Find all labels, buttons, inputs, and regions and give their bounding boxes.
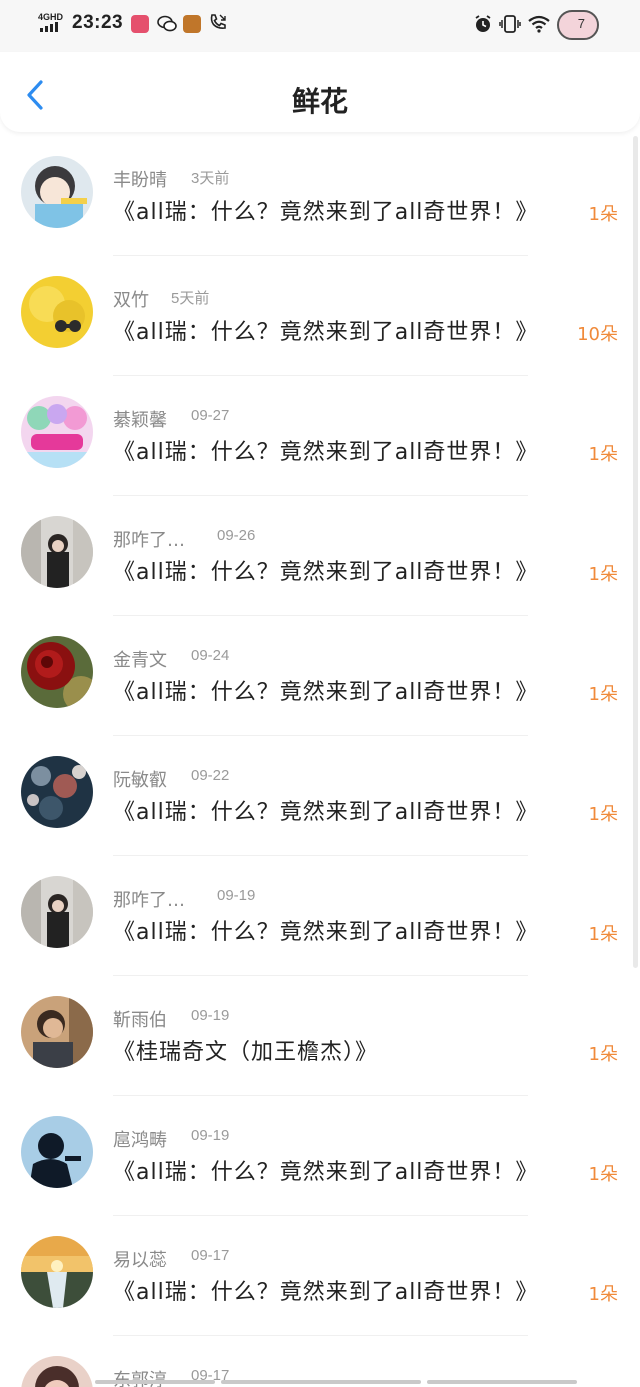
- avatar[interactable]: [21, 756, 93, 828]
- list-item[interactable]: 扈鸿畴 09-19 《all瑞：什么？竟然来到了all奇世界！》 1朵: [0, 1096, 640, 1216]
- game-app-icon: [183, 15, 201, 33]
- list-item[interactable]: 那咋了… 09-26 《all瑞：什么？竟然来到了all奇世界！》 1朵: [0, 496, 640, 616]
- wifi-icon: [527, 14, 551, 38]
- avatar[interactable]: [21, 876, 93, 948]
- post-time: 09-27: [191, 407, 230, 424]
- user-name: 靳雨伯: [113, 1010, 167, 1031]
- avatar[interactable]: [21, 156, 93, 228]
- user-name: 双竹: [113, 290, 149, 311]
- post-time: 09-19: [217, 887, 256, 904]
- flower-list: 丰盼晴 3天前 《all瑞：什么？竟然来到了all奇世界！》 1朵 双竹 5天前 《…: [0, 136, 640, 1387]
- flower-count: 1朵: [588, 1284, 618, 1305]
- flower-count: 1朵: [588, 804, 618, 825]
- book-title[interactable]: 《all瑞：什么？竟然来到了all奇世界！》: [113, 194, 538, 226]
- avatar[interactable]: [21, 396, 93, 468]
- book-title[interactable]: 《all瑞：什么？竟然来到了all奇世界！》: [113, 314, 538, 346]
- list-item[interactable]: 丰盼晴 3天前 《all瑞：什么？竟然来到了all奇世界！》 1朵: [0, 136, 640, 256]
- top-bar: 鲜花: [0, 52, 640, 132]
- alarm-icon: [473, 14, 493, 38]
- avatar[interactable]: [21, 1116, 93, 1188]
- avatar[interactable]: [21, 1356, 93, 1387]
- flower-count: 1朵: [588, 924, 618, 945]
- home-indicator: [95, 1380, 577, 1385]
- flower-count: 1朵: [588, 444, 618, 465]
- phone-call-icon: [209, 13, 227, 36]
- book-title[interactable]: 《all瑞：什么？竟然来到了all奇世界！》: [113, 914, 538, 946]
- vibrate-icon: [499, 14, 521, 38]
- user-name: 那咋了…: [113, 530, 185, 551]
- list-item[interactable]: 阮敏叡 09-22 《all瑞：什么？竟然来到了all奇世界！》 1朵: [0, 736, 640, 856]
- flower-count: 1朵: [588, 1164, 618, 1185]
- app-notification-icon: [131, 15, 149, 33]
- post-time: 09-17: [191, 1247, 230, 1264]
- avatar[interactable]: [21, 996, 93, 1068]
- book-title[interactable]: 《all瑞：什么？竟然来到了all奇世界！》: [113, 434, 538, 466]
- post-time: 09-19: [191, 1007, 230, 1024]
- user-name: 易以蕊: [113, 1250, 167, 1271]
- flower-count: 1朵: [588, 684, 618, 705]
- post-time: 09-19: [191, 1127, 230, 1144]
- flower-count: 1朵: [588, 204, 618, 225]
- book-title[interactable]: 《all瑞：什么？竟然来到了all奇世界！》: [113, 554, 538, 586]
- avatar[interactable]: [21, 516, 93, 588]
- flower-count: 10朵: [577, 324, 618, 345]
- list-item[interactable]: 双竹 5天前 《all瑞：什么？竟然来到了all奇世界！》 10朵: [0, 256, 640, 376]
- clock: 23:23: [72, 12, 124, 33]
- battery-icon: 7: [557, 10, 599, 40]
- avatar[interactable]: [21, 276, 93, 348]
- list-item[interactable]: 那咋了… 09-19 《all瑞：什么？竟然来到了all奇世界！》 1朵: [0, 856, 640, 976]
- user-name: 綦颖馨: [113, 410, 167, 431]
- post-time: 09-22: [191, 767, 230, 784]
- list-item[interactable]: 易以蕊 09-17 《all瑞：什么？竟然来到了all奇世界！》 1朵: [0, 1216, 640, 1336]
- book-title[interactable]: 《all瑞：什么？竟然来到了all奇世界！》: [113, 674, 538, 706]
- book-title[interactable]: 《all瑞：什么？竟然来到了all奇世界！》: [113, 794, 538, 826]
- list-item[interactable]: 靳雨伯 09-19 《桂瑞奇文（加王檐杰）》 1朵: [0, 976, 640, 1096]
- wechat-icon: [157, 15, 177, 33]
- book-title[interactable]: 《all瑞：什么？竟然来到了all奇世界！》: [113, 1154, 538, 1186]
- user-name: 扈鸿畴: [113, 1130, 167, 1151]
- battery-level: 7: [577, 16, 585, 31]
- book-title[interactable]: 《all瑞：什么？竟然来到了all奇世界！》: [113, 1274, 538, 1306]
- flower-count: 1朵: [588, 564, 618, 585]
- list-item[interactable]: 金青文 09-24 《all瑞：什么？竟然来到了all奇世界！》 1朵: [0, 616, 640, 736]
- list-item[interactable]: 綦颖馨 09-27 《all瑞：什么？竟然来到了all奇世界！》 1朵: [0, 376, 640, 496]
- signal-icon: 4GHD: [38, 12, 66, 34]
- network-type: 4GHD: [38, 12, 64, 22]
- page-title: 鲜花: [291, 85, 348, 118]
- status-bar: 4GHD 23:23 7: [0, 0, 640, 52]
- user-name: 阮敏叡: [113, 770, 167, 791]
- avatar[interactable]: [21, 636, 93, 708]
- post-time: 5天前: [171, 290, 210, 307]
- user-name: 金青文: [113, 650, 167, 671]
- book-title[interactable]: 《桂瑞奇文（加王檐杰）》: [113, 1034, 378, 1066]
- post-time: 3天前: [191, 170, 230, 187]
- user-name: 那咋了…: [113, 890, 185, 911]
- user-name: 丰盼晴: [113, 170, 167, 191]
- flower-count: 1朵: [588, 1044, 618, 1065]
- post-time: 09-26: [217, 527, 256, 544]
- post-time: 09-24: [191, 647, 230, 664]
- avatar[interactable]: [21, 1236, 93, 1308]
